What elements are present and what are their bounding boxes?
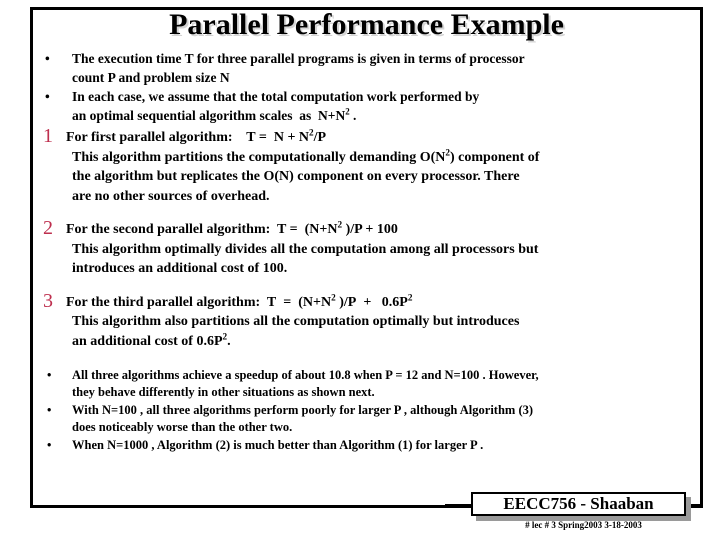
algorithm-line: introduces an additional cost of 100. bbox=[72, 261, 288, 276]
bullet-dot-icon: • bbox=[47, 368, 52, 382]
algorithm-line: For the second parallel algorithm: T = (… bbox=[66, 219, 398, 237]
course-label: EECC756 - Shaaban bbox=[503, 494, 654, 513]
algorithm-number: 2 bbox=[43, 217, 53, 239]
bullet-item: • The execution time T for three paralle… bbox=[36, 50, 698, 87]
algorithm-item: 3 For the third parallel algorithm: T = … bbox=[36, 289, 698, 352]
algorithm-item: 1 For first parallel algorithm: T = N + … bbox=[36, 125, 698, 206]
algorithm-number: 3 bbox=[43, 289, 53, 312]
bullet-line: In each case, we assume that the total c… bbox=[72, 89, 480, 104]
algorithm-line: an additional cost of 0.6P2. bbox=[72, 330, 231, 349]
bullet-item: • In each case, we assume that the total… bbox=[36, 88, 698, 125]
bullet-line: With N=100 , all three algorithms perfor… bbox=[72, 403, 534, 417]
algorithm-line: This algorithm optimally divides all the… bbox=[72, 241, 539, 257]
bullet-item: • When N=1000 , Algorithm (2) is much be… bbox=[36, 437, 698, 454]
bullet-line: they behave differently in other situati… bbox=[72, 385, 375, 399]
bullet-dot-icon: • bbox=[45, 51, 50, 66]
algorithm-line: are no other sources of overhead. bbox=[72, 188, 270, 204]
algorithm-line: This algorithm partitions the computatio… bbox=[72, 146, 540, 165]
algorithm-line: For the third parallel algorithm: T = (N… bbox=[66, 291, 413, 310]
course-footer-box: EECC756 - Shaaban bbox=[471, 492, 686, 516]
bullet-item: • With N=100 , all three algorithms perf… bbox=[36, 402, 698, 436]
algorithm-number: 1 bbox=[43, 125, 53, 147]
bullet-line: count P and problem size N bbox=[72, 69, 230, 85]
algorithm-line: the algorithm but replicates the O(N) co… bbox=[72, 169, 520, 184]
bullet-dot-icon: • bbox=[47, 438, 52, 452]
slide-body: • The execution time T for three paralle… bbox=[36, 50, 698, 454]
bullet-line: does noticeably worse than the other two… bbox=[72, 420, 293, 434]
bullet-dot-icon: • bbox=[45, 89, 50, 104]
bullet-line: an optimal sequential algorithm scales a… bbox=[72, 106, 357, 123]
footer-meta-text: # lec # 3 Spring2003 3-18-2003 bbox=[525, 520, 642, 530]
page-title: Parallel Performance Example bbox=[169, 8, 564, 41]
algorithm-item: 2 For the second parallel algorithm: T =… bbox=[36, 217, 698, 279]
bullet-line: When N=1000 , Algorithm (2) is much bett… bbox=[72, 438, 484, 452]
algorithm-line: This algorithm also partitions all the c… bbox=[72, 314, 520, 329]
bullet-line: The execution time T for three parallel … bbox=[72, 51, 525, 66]
algorithm-line: For first parallel algorithm: T = N + N2… bbox=[66, 127, 327, 145]
bullet-item: • All three algorithms achieve a speedup… bbox=[36, 367, 698, 401]
bullet-dot-icon: • bbox=[47, 403, 52, 417]
bullet-line: All three algorithms achieve a speedup o… bbox=[72, 368, 539, 382]
slide-canvas: Parallel Performance Example • The execu… bbox=[0, 0, 720, 540]
